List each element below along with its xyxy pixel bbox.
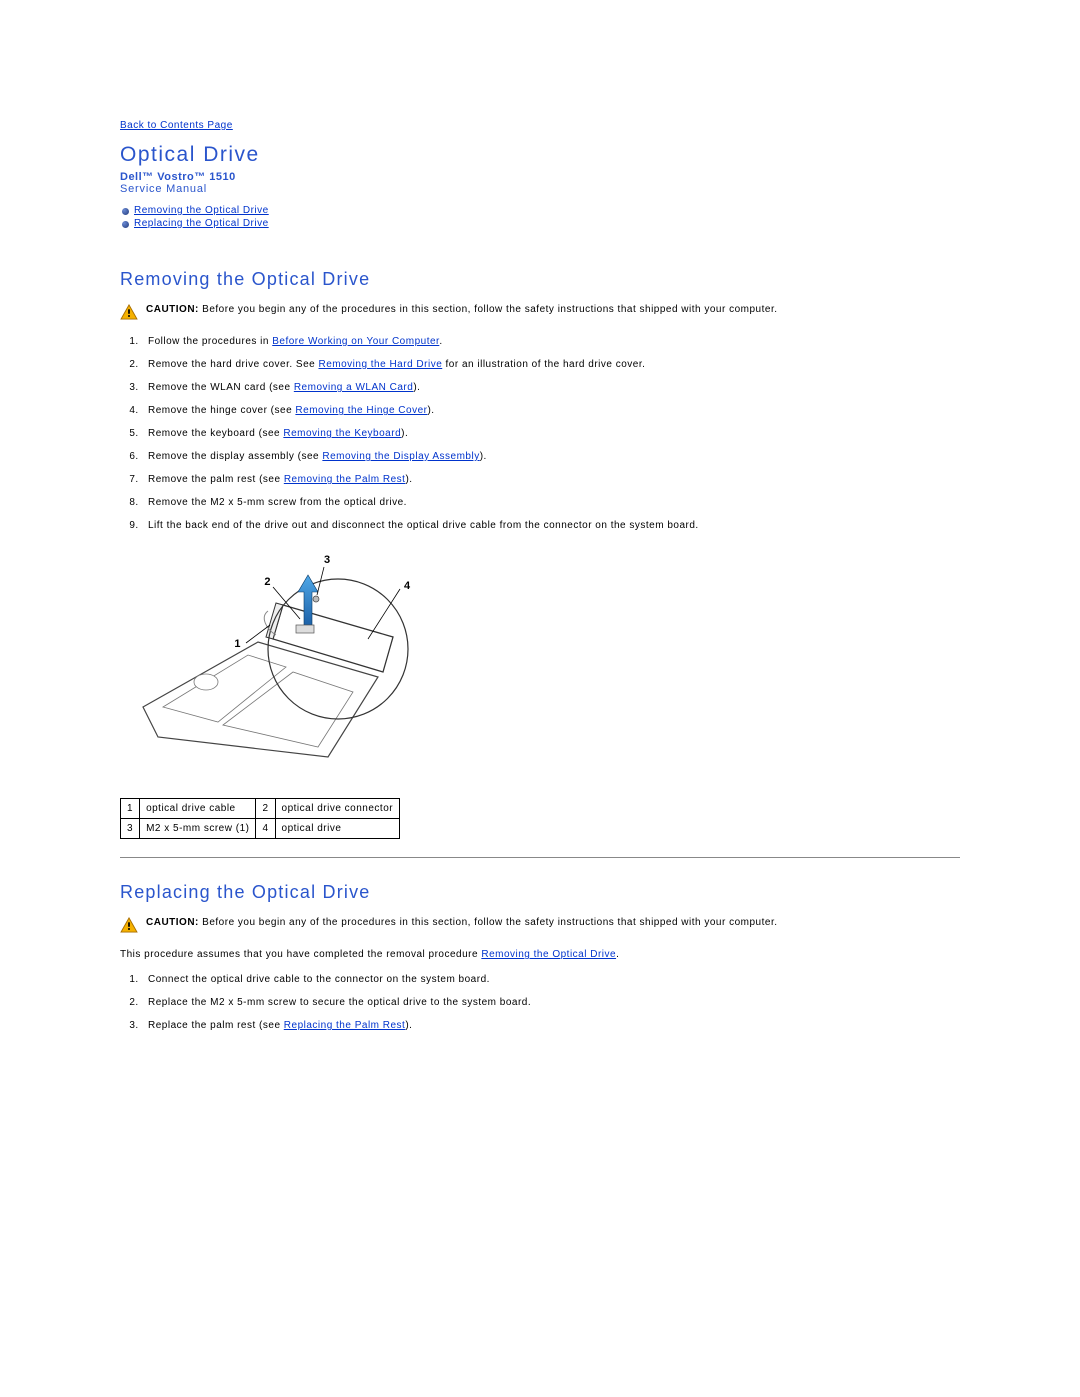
replacing-heading: Replacing the Optical Drive (120, 882, 960, 903)
step-text: Remove the hard drive cover. See (148, 359, 318, 370)
step-text: ). (480, 451, 487, 462)
removing-keyboard-link[interactable]: Removing the Keyboard (283, 428, 401, 439)
assume-a: This procedure assumes that you have com… (120, 949, 481, 960)
caution-text: CAUTION: Before you begin any of the pro… (146, 304, 778, 315)
table-row: 1 optical drive cable 2 optical drive co… (121, 799, 400, 819)
assume-b: . (616, 949, 619, 960)
toc-removing-link[interactable]: Removing the Optical Drive (134, 205, 269, 216)
list-item: Replace the M2 x 5-mm screw to secure th… (142, 997, 960, 1008)
removing-optical-link[interactable]: Removing the Optical Drive (481, 949, 616, 960)
removing-hard-drive-link[interactable]: Removing the Hard Drive (318, 359, 442, 370)
removing-display-link[interactable]: Removing the Display Assembly (322, 451, 479, 462)
replacing-palmrest-link[interactable]: Replacing the Palm Rest (284, 1020, 406, 1031)
caution-body: Before you begin any of the procedures i… (199, 917, 778, 928)
list-item: Remove the hard drive cover. See Removin… (142, 359, 960, 370)
caution-icon (120, 917, 138, 933)
step-text: Replace the palm rest (see (148, 1020, 284, 1031)
step-text: ). (405, 1020, 412, 1031)
part-number: 1 (121, 799, 140, 819)
caution-label: CAUTION: (146, 917, 199, 928)
step-text: Remove the palm rest (see (148, 474, 284, 485)
replacing-steps: Connect the optical drive cable to the c… (120, 974, 960, 1031)
assumption-text: This procedure assumes that you have com… (120, 949, 960, 960)
list-item: Connect the optical drive cable to the c… (142, 974, 960, 985)
removing-palmrest-link[interactable]: Removing the Palm Rest (284, 474, 406, 485)
part-label: optical drive (275, 819, 400, 839)
step-text: Remove the WLAN card (see (148, 382, 294, 393)
product-name: Dell™ Vostro™ 1510 (120, 171, 960, 183)
list-item: Remove the palm rest (see Removing the P… (142, 474, 960, 485)
part-label: M2 x 5-mm screw (1) (140, 819, 256, 839)
removing-wlan-link[interactable]: Removing a WLAN Card (294, 382, 413, 393)
list-item: Follow the procedures in Before Working … (142, 336, 960, 347)
part-label: optical drive cable (140, 799, 256, 819)
section-divider (120, 857, 960, 858)
optical-drive-diagram: 1 2 3 4 (128, 547, 960, 780)
removing-steps: Follow the procedures in Before Working … (120, 336, 960, 531)
caution-block: CAUTION: Before you begin any of the pro… (120, 917, 960, 933)
manual-label: Service Manual (120, 183, 960, 195)
removing-heading: Removing the Optical Drive (120, 269, 960, 290)
step-text: Remove the hinge cover (see (148, 405, 295, 416)
before-working-link[interactable]: Before Working on Your Computer (272, 336, 439, 347)
list-item: Replace the palm rest (see Replacing the… (142, 1020, 960, 1031)
diagram-label-3: 3 (324, 554, 331, 566)
list-item: Remove the WLAN card (see Removing a WLA… (142, 382, 960, 393)
list-item: Lift the back end of the drive out and d… (142, 520, 960, 531)
caution-icon (120, 304, 138, 320)
diagram-label-1: 1 (234, 638, 241, 650)
part-number: 3 (121, 819, 140, 839)
list-item: Remove the M2 x 5-mm screw from the opti… (142, 497, 960, 508)
step-text: for an illustration of the hard drive co… (442, 359, 645, 370)
diagram-label-4: 4 (404, 580, 411, 592)
toc-replacing-link[interactable]: Replacing the Optical Drive (134, 218, 269, 229)
caution-label: CAUTION: (146, 304, 199, 315)
table-of-contents: Removing the Optical Drive Replacing the… (120, 205, 960, 229)
step-text: Remove the display assembly (see (148, 451, 322, 462)
back-to-contents-link[interactable]: Back to Contents Page (120, 120, 960, 131)
list-item: Remove the hinge cover (see Removing the… (142, 405, 960, 416)
table-row: 3 M2 x 5-mm screw (1) 4 optical drive (121, 819, 400, 839)
step-text: . (439, 336, 442, 347)
parts-table: 1 optical drive cable 2 optical drive co… (120, 798, 400, 839)
step-text: ). (401, 428, 408, 439)
step-text: ). (427, 405, 434, 416)
part-label: optical drive connector (275, 799, 400, 819)
page-title: Optical Drive (120, 143, 960, 167)
step-text: Follow the procedures in (148, 336, 272, 347)
list-item: Remove the display assembly (see Removin… (142, 451, 960, 462)
step-text: Remove the keyboard (see (148, 428, 283, 439)
caution-text: CAUTION: Before you begin any of the pro… (146, 917, 778, 928)
caution-block: CAUTION: Before you begin any of the pro… (120, 304, 960, 320)
step-text: ). (413, 382, 420, 393)
step-text: ). (405, 474, 412, 485)
list-item: Remove the keyboard (see Removing the Ke… (142, 428, 960, 439)
part-number: 2 (256, 799, 275, 819)
removing-hinge-link[interactable]: Removing the Hinge Cover (295, 405, 427, 416)
part-number: 4 (256, 819, 275, 839)
diagram-label-2: 2 (264, 576, 271, 588)
caution-body: Before you begin any of the procedures i… (199, 304, 778, 315)
